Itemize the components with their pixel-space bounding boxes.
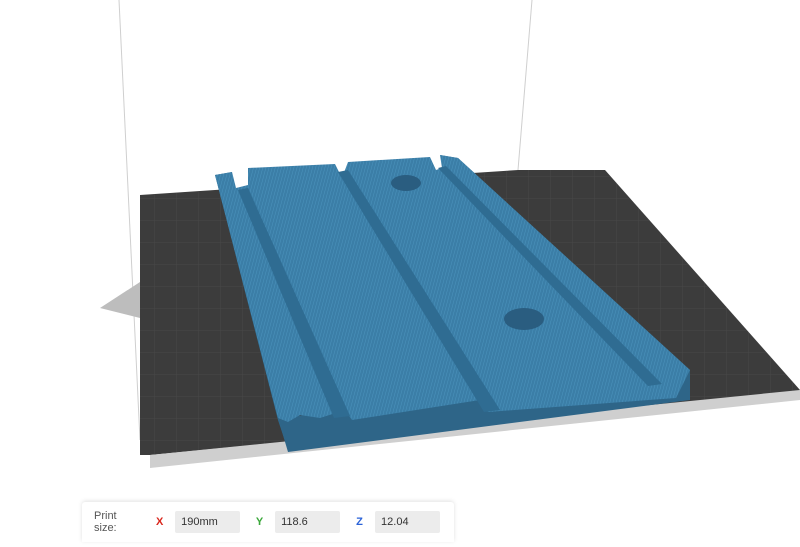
x-size-field[interactable]: 190mm [175, 511, 241, 533]
print-size-label: Print size: [94, 510, 117, 534]
scene-canvas[interactable] [0, 0, 800, 542]
plate-base-wing [100, 282, 140, 318]
build-volume-edge-left [118, 0, 141, 441]
print-size-panel: Print size: X 190mm Y 118.6 Z 12.04 [82, 502, 454, 542]
z-size-field[interactable]: 12.04 [375, 511, 441, 533]
hole-top [391, 175, 421, 191]
x-axis-label: X [155, 516, 164, 528]
3d-viewport[interactable]: Print size: X 190mm Y 118.6 Z 12.04 [0, 0, 800, 542]
z-axis-label: Z [356, 516, 363, 528]
build-volume-edge-right [517, 0, 533, 171]
hole-bottom [504, 308, 544, 330]
y-size-field[interactable]: 118.6 [275, 511, 341, 533]
y-axis-label: Y [255, 516, 264, 528]
